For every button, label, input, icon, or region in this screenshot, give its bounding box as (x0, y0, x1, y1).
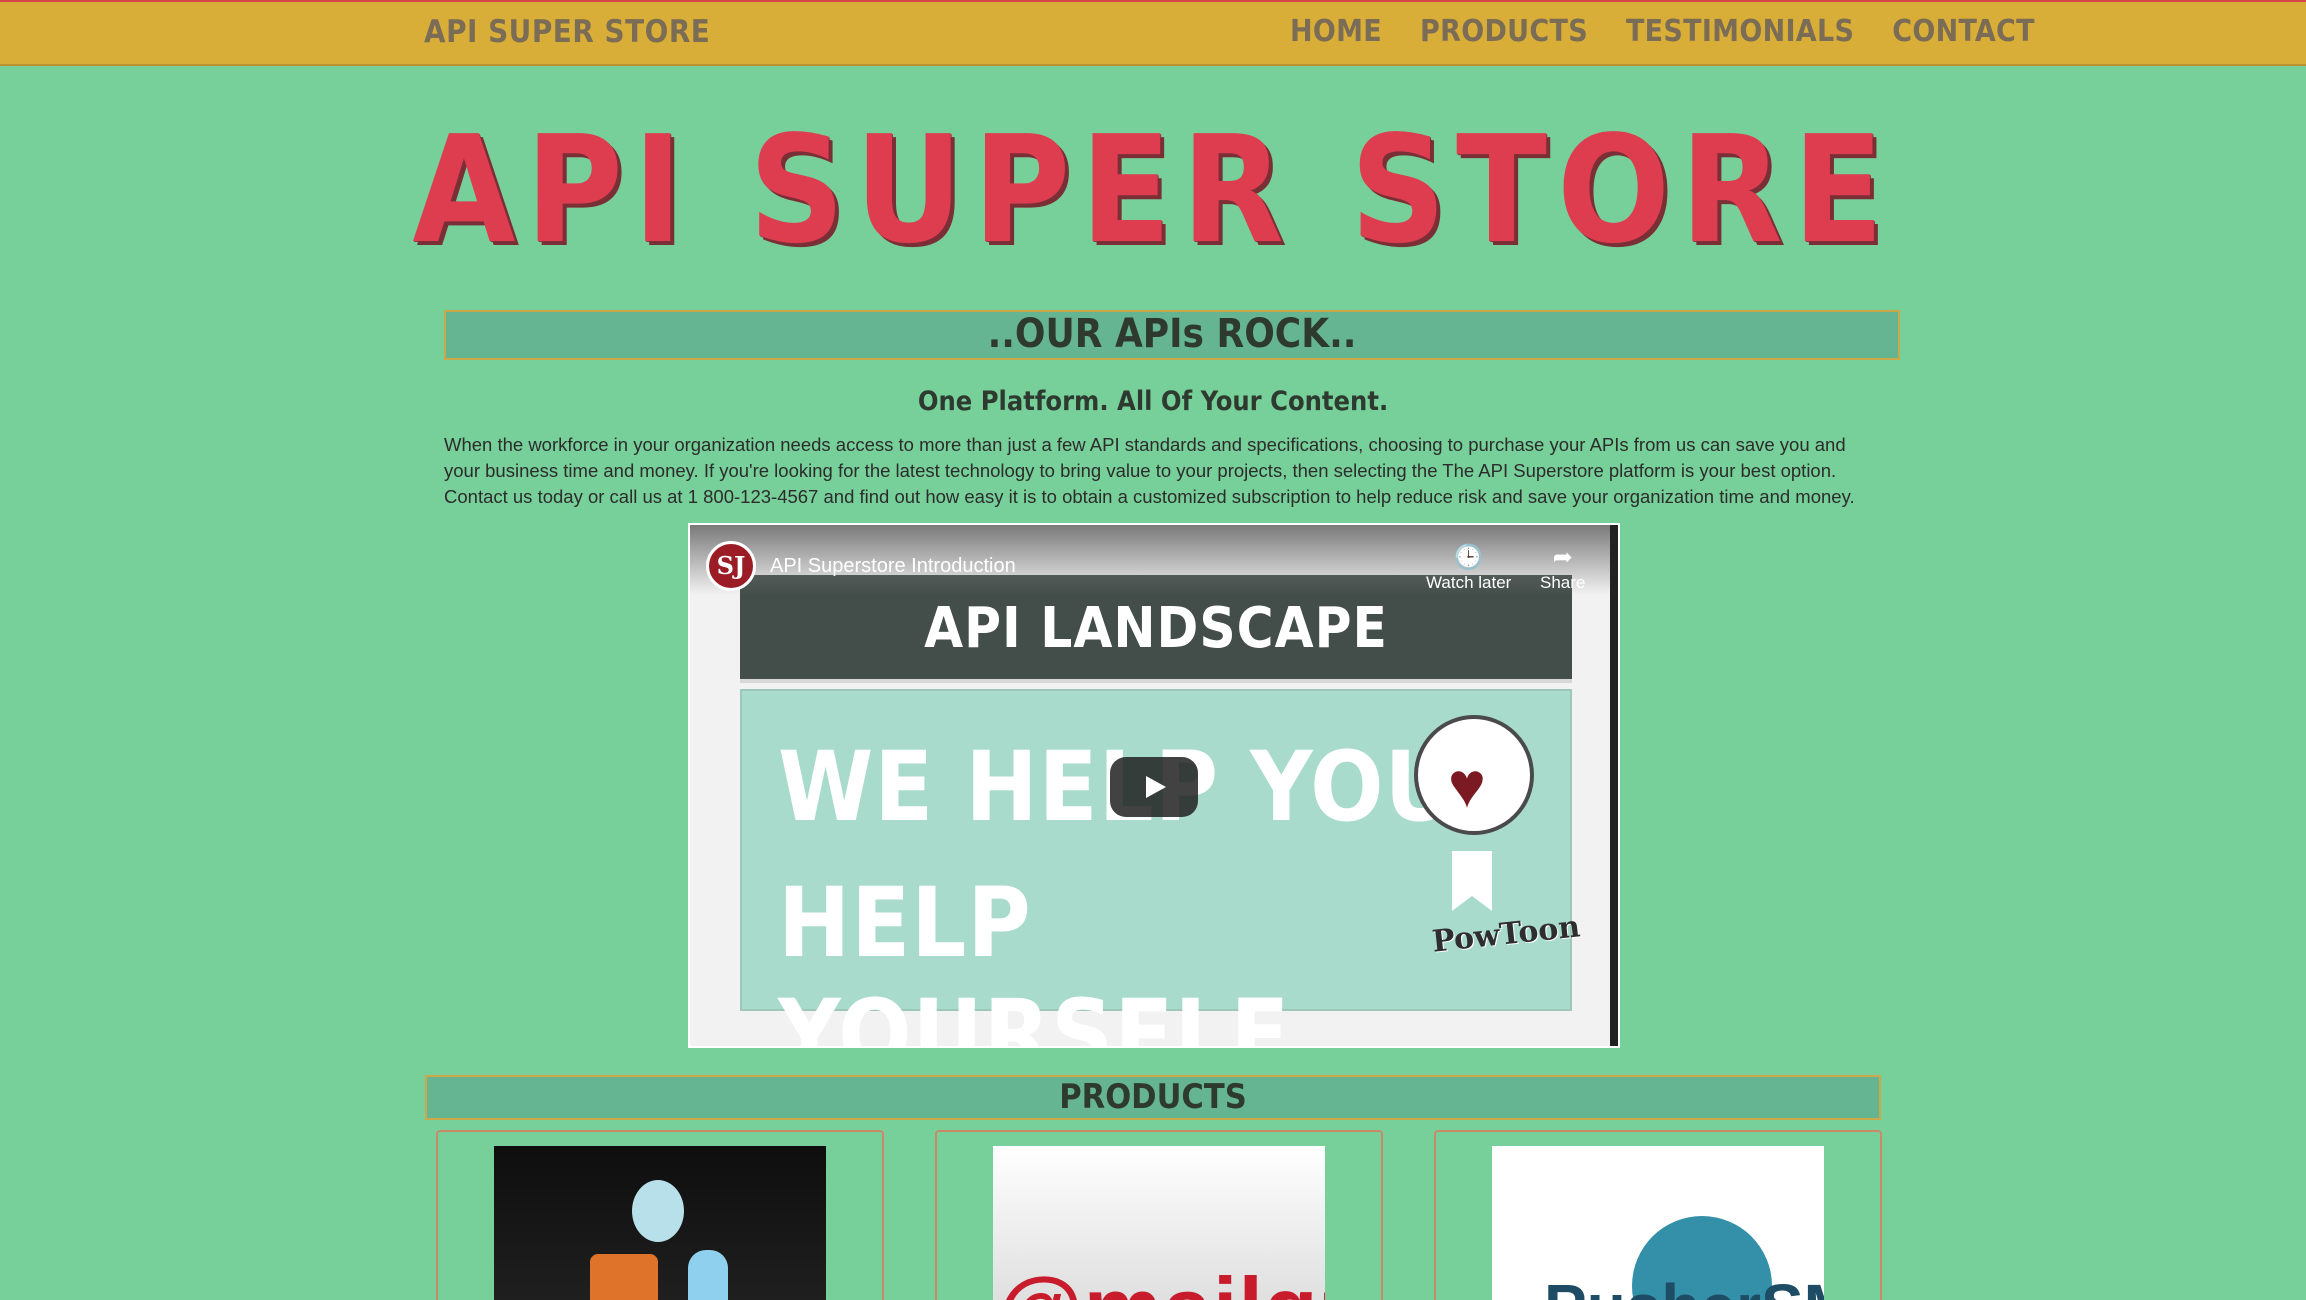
products-heading: PRODUCTS (425, 1075, 1881, 1120)
product-card[interactable]: @mailgun (935, 1130, 1383, 1300)
hero-title: API SUPER STORE (412, 104, 1894, 276)
product-card[interactable] (436, 1130, 884, 1300)
product-image (494, 1146, 826, 1300)
share-icon: ➦ (1552, 544, 1573, 571)
nav-link-contact[interactable]: CONTACT (1892, 14, 2035, 49)
share-label: Share (1540, 573, 1586, 592)
video-edge (1610, 525, 1618, 1046)
person-head-shape (632, 1180, 684, 1242)
watch-later-label: Watch later (1426, 573, 1512, 592)
slide-panel: WE HELP YOU HELP YOURSELF ♥ PowToon (740, 689, 1582, 1046)
channel-avatar[interactable]: SJ (706, 541, 756, 591)
apis-rock-heading: ..OUR APIs ROCK.. (444, 310, 1900, 360)
mailgun-logo: @mailgun (997, 1258, 1325, 1300)
watch-later-button[interactable]: 🕒 Watch later (1426, 543, 1511, 593)
product-card[interactable]: PusherSMS (1434, 1130, 1882, 1300)
intro-paragraph: When the workforce in your organization … (444, 434, 1855, 507)
top-navbar: API SUPER STORE HOME PRODUCTS TESTIMONIA… (0, 0, 2306, 66)
video-title[interactable]: API Superstore Introduction (770, 555, 1016, 578)
play-icon[interactable] (1110, 757, 1198, 817)
pusher-logo-text: PusherSMS (1544, 1270, 1824, 1300)
product-image: PusherSMS (1492, 1146, 1824, 1300)
share-button[interactable]: ➦ Share (1540, 543, 1585, 593)
video-player[interactable]: API LANDSCAPE WE HELP YOU HELP YOURSELF … (688, 523, 1620, 1048)
nav-links: HOME PRODUCTS TESTIMONIALS CONTACT (1290, 14, 2073, 49)
person-body-shape (688, 1250, 728, 1300)
heart-icon: ♥ (1448, 749, 1486, 821)
nav-link-products[interactable]: PRODUCTS (1420, 14, 1588, 49)
nav-link-home[interactable]: HOME (1290, 14, 1382, 49)
heart-badge-icon: ♥ (1414, 715, 1534, 835)
clock-icon: 🕒 (1453, 544, 1484, 571)
person-body-shape (590, 1254, 658, 1300)
nav-link-testimonials[interactable]: TESTIMONIALS (1626, 14, 1854, 49)
navbar-brand[interactable]: API SUPER STORE (424, 14, 710, 50)
product-image: @mailgun (993, 1146, 1325, 1300)
tagline: One Platform. All Of Your Content. (917, 386, 1389, 417)
